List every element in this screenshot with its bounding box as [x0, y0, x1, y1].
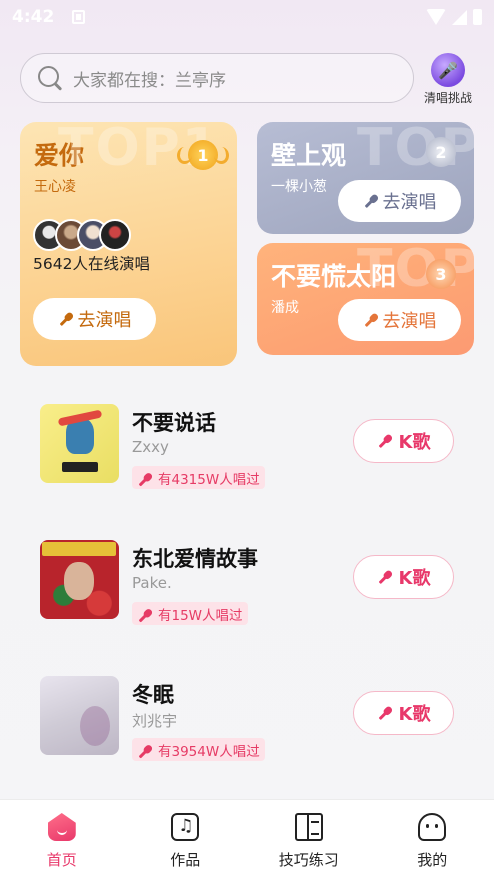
mic-icon: [359, 309, 382, 332]
mic-icon: [373, 566, 396, 589]
tab-practice[interactable]: 技巧练习: [247, 800, 371, 878]
book-icon: [294, 813, 323, 841]
karaoke-label: K歌: [398, 432, 431, 453]
karaoke-label: K歌: [398, 704, 431, 725]
karaoke-button[interactable]: K歌: [353, 555, 454, 599]
home-icon: [47, 813, 76, 841]
top1-sing-button[interactable]: 去演唱: [33, 298, 156, 340]
mic-icon: [373, 430, 396, 453]
sing-label: 去演唱: [382, 311, 437, 332]
mic-icon: [135, 604, 155, 624]
tab-label: 作品: [170, 851, 201, 869]
status-icons: [426, 9, 482, 25]
signal-icon: [452, 9, 467, 25]
song-row[interactable]: 不要说话 Zxxy 有4315W人唱过 K歌: [0, 404, 494, 504]
mic-challenge-icon: 🎤: [431, 53, 465, 87]
battery-icon: [473, 9, 482, 25]
karaoke-label: K歌: [398, 568, 431, 589]
sing-label: 去演唱: [382, 192, 437, 213]
avatar: [99, 219, 131, 251]
album-cover: [40, 676, 119, 755]
song-row[interactable]: 东北爱情故事 Pake. 有15W人唱过 K歌: [0, 540, 494, 640]
bronze-medal-icon: 3: [426, 259, 456, 289]
sing-count: 有4315W人唱过: [158, 471, 260, 488]
sing-label: 去演唱: [77, 310, 132, 331]
album-cover: [40, 540, 119, 619]
mic-icon: [359, 190, 382, 213]
search-icon: [37, 65, 63, 91]
tab-label: 我的: [417, 851, 448, 869]
mic-icon: [54, 308, 77, 331]
sing-count: 有15W人唱过: [158, 607, 243, 624]
karaoke-button[interactable]: K歌: [353, 419, 454, 463]
tab-works[interactable]: 作品: [124, 800, 248, 878]
sim-card-icon: [72, 10, 86, 24]
top3-sing-button[interactable]: 去演唱: [338, 299, 461, 341]
mic-icon: [135, 740, 155, 760]
song-title: 冬眠: [132, 683, 174, 707]
silver-medal-icon: 2: [426, 137, 456, 167]
music-note-icon: [171, 813, 200, 841]
song-row[interactable]: 冬眠 刘兆宇 有3954W人唱过 K歌: [0, 676, 494, 776]
sing-count-badge: 有15W人唱过: [132, 602, 248, 625]
search-bar[interactable]: 大家都在搜：兰亭序: [20, 53, 414, 103]
wifi-icon: [426, 9, 446, 25]
top1-artist: 王心凌: [34, 179, 76, 195]
gold-medal-icon: 1: [177, 140, 229, 170]
challenge-label: 清唱挑战: [423, 91, 472, 105]
bottom-tab-bar: 首页 作品 技巧练习 我的: [0, 799, 494, 878]
mic-icon: [373, 702, 396, 725]
song-artist: 刘兆宇: [132, 712, 178, 730]
singer-avatars: [33, 219, 131, 251]
song-artist: Zxxy: [132, 438, 169, 456]
sing-count: 有3954W人唱过: [158, 743, 260, 760]
top1-online-count: 5642人在线演唱: [33, 255, 150, 273]
status-time: 4:42: [12, 7, 55, 27]
song-title: 不要说话: [132, 411, 216, 435]
tab-home[interactable]: 首页: [0, 800, 124, 878]
tab-me[interactable]: 我的: [371, 800, 494, 878]
status-bar: 4:42: [0, 0, 494, 34]
top2-sing-button[interactable]: 去演唱: [338, 180, 461, 222]
song-title: 东北爱情故事: [132, 547, 258, 571]
sing-count-badge: 有4315W人唱过: [132, 466, 265, 489]
sing-count-badge: 有3954W人唱过: [132, 738, 265, 761]
song-artist: Pake.: [132, 574, 172, 592]
search-placeholder: 大家都在搜：兰亭序: [73, 70, 226, 91]
mic-icon: [135, 468, 155, 488]
album-cover: [40, 404, 119, 483]
ghost-profile-icon: [418, 813, 447, 841]
karaoke-button[interactable]: K歌: [353, 691, 454, 735]
challenge-button[interactable]: 🎤 清唱挑战: [420, 53, 476, 106]
tab-label: 首页: [46, 851, 77, 869]
tab-label: 技巧练习: [278, 851, 339, 869]
